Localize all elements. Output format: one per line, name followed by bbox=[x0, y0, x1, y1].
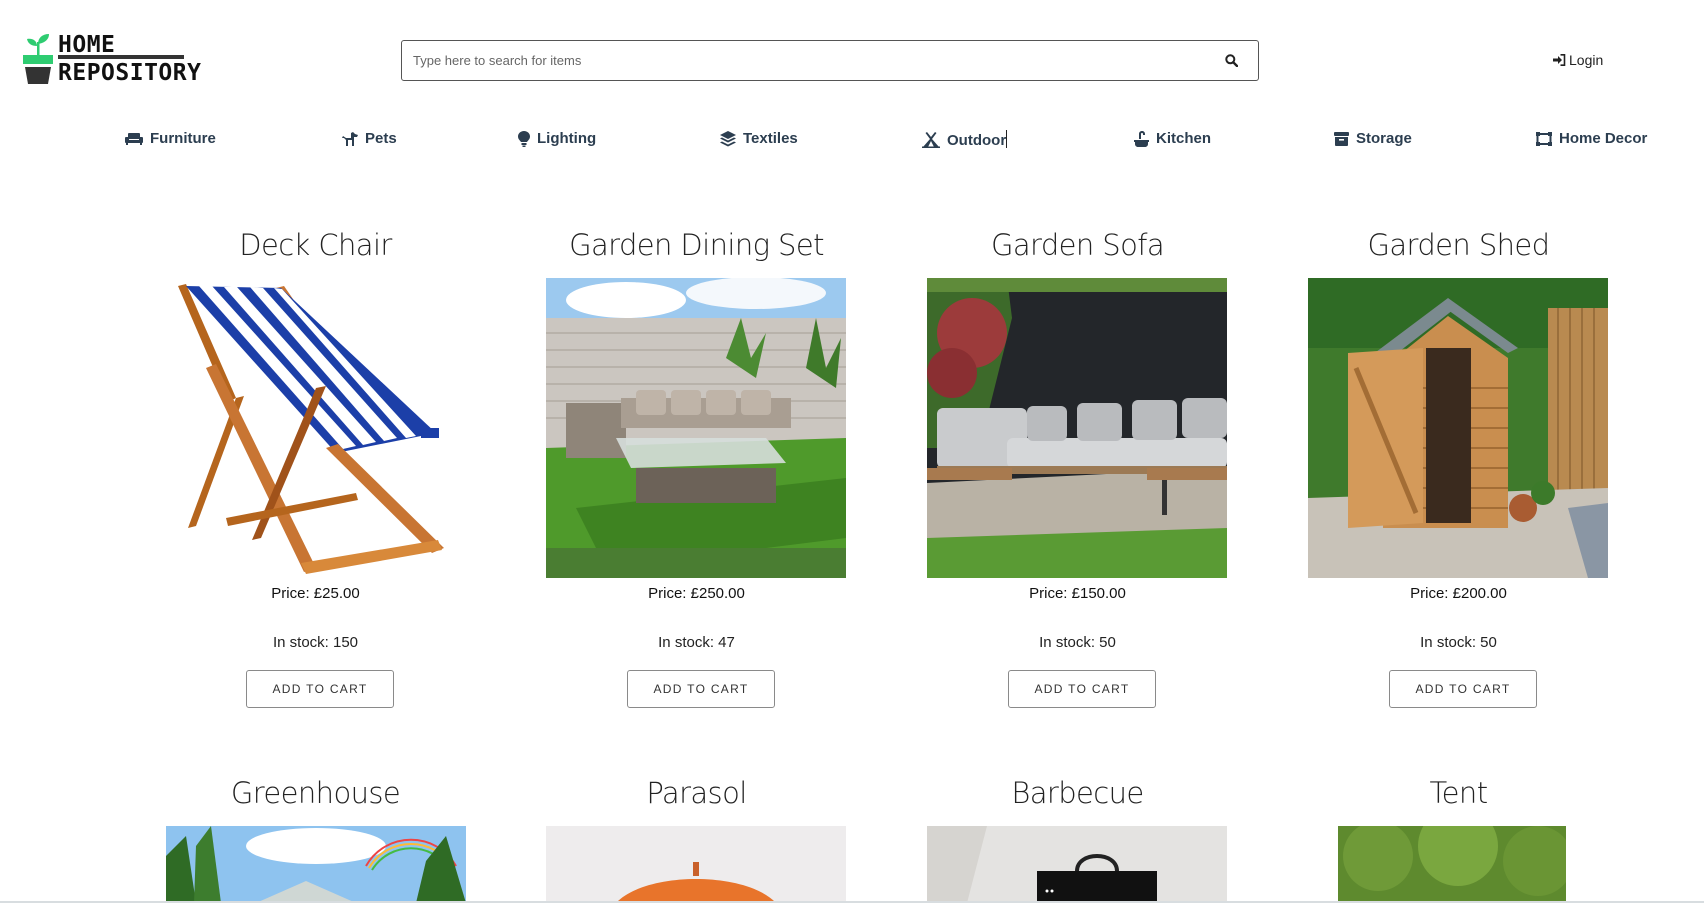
category-label: Storage bbox=[1356, 130, 1412, 147]
category-furniture[interactable]: Furniture bbox=[125, 130, 216, 147]
category-label: Home Decor bbox=[1559, 130, 1648, 147]
product-price: Price: £200.00 bbox=[1410, 585, 1507, 602]
category-outdoor[interactable]: Outdoor bbox=[922, 130, 1007, 149]
product-image-greenhouse[interactable] bbox=[166, 826, 466, 903]
product-image-tent[interactable] bbox=[1338, 826, 1566, 903]
product-stock: In stock: 50 bbox=[1420, 634, 1497, 651]
brand-line-1: HOME bbox=[58, 30, 201, 59]
category-label: Pets bbox=[365, 130, 397, 147]
brand-line-2: REPOSITORY bbox=[58, 60, 202, 86]
product-card: Deck Chair Price: £25.00 In stock: 150 A… bbox=[125, 225, 506, 708]
product-title: Tent bbox=[1429, 776, 1489, 810]
product-image-garden-shed[interactable] bbox=[1308, 278, 1608, 578]
category-pets[interactable]: Pets bbox=[342, 130, 397, 147]
product-card: Barbecue bbox=[887, 773, 1268, 903]
category-lighting[interactable]: Lighting bbox=[518, 130, 596, 147]
product-image-deck-chair[interactable] bbox=[166, 278, 466, 578]
category-label: Furniture bbox=[150, 130, 216, 147]
search-icon bbox=[1224, 54, 1238, 67]
product-stock: In stock: 50 bbox=[1039, 634, 1116, 651]
site-logo[interactable]: HOME REPOSITORY bbox=[22, 30, 201, 88]
add-to-cart-button[interactable]: ADD TO CART bbox=[246, 670, 394, 708]
sign-in-icon bbox=[1553, 54, 1566, 66]
add-to-cart-button[interactable]: ADD TO CART bbox=[1389, 670, 1537, 708]
product-title: Barbecue bbox=[1011, 776, 1144, 810]
product-title: Parasol bbox=[646, 776, 747, 810]
category-label: Textiles bbox=[743, 130, 798, 147]
product-card: Tent bbox=[1268, 773, 1649, 903]
product-card: Parasol bbox=[506, 773, 887, 903]
product-price: Price: £150.00 bbox=[1029, 585, 1126, 602]
product-price: Price: £25.00 bbox=[271, 585, 360, 602]
product-card: Greenhouse bbox=[125, 773, 506, 903]
category-label: Kitchen bbox=[1156, 130, 1212, 147]
category-nav: Furniture Pets Lighting Textiles Outdoor… bbox=[0, 130, 1704, 152]
product-title: Garden Dining Set bbox=[569, 228, 824, 262]
product-stock: In stock: 150 bbox=[272, 634, 359, 651]
sink-icon bbox=[1134, 130, 1149, 147]
category-textiles[interactable]: Textiles bbox=[720, 130, 798, 147]
product-title: Deck Chair bbox=[239, 228, 392, 262]
layers-icon bbox=[720, 130, 736, 146]
search-button[interactable] bbox=[1204, 41, 1258, 80]
add-to-cart-button[interactable]: ADD TO CART bbox=[627, 670, 775, 708]
product-title: Garden Shed bbox=[1367, 228, 1551, 262]
product-stock: In stock: 47 bbox=[658, 634, 735, 651]
login-link[interactable]: Login bbox=[1553, 52, 1603, 68]
product-image-parasol[interactable] bbox=[546, 826, 846, 903]
plant-pot-icon bbox=[23, 34, 53, 84]
product-card: Garden Dining Set Price: £250.00 In stoc… bbox=[506, 225, 887, 708]
couch-icon bbox=[125, 132, 143, 145]
archive-icon bbox=[1334, 131, 1349, 146]
product-image-garden-dining-set[interactable] bbox=[546, 278, 846, 578]
product-card: Garden Shed Price: £200.00 In stock: 50 … bbox=[1268, 225, 1649, 708]
product-card: Garden Sofa Price: £150.00 In stock: 50 … bbox=[887, 225, 1268, 708]
login-label: Login bbox=[1569, 52, 1604, 68]
product-title: Garden Sofa bbox=[990, 228, 1165, 262]
search-input[interactable] bbox=[411, 41, 1204, 80]
add-to-cart-button[interactable]: ADD TO CART bbox=[1008, 670, 1156, 708]
category-storage[interactable]: Storage bbox=[1334, 130, 1412, 147]
picture-frame-icon bbox=[1536, 131, 1552, 146]
product-image-barbecue[interactable] bbox=[927, 826, 1227, 903]
category-home-decor[interactable]: Home Decor bbox=[1536, 130, 1647, 147]
product-title: Greenhouse bbox=[230, 776, 401, 810]
product-image-garden-sofa[interactable] bbox=[927, 278, 1227, 578]
product-price: Price: £250.00 bbox=[648, 585, 745, 602]
lightbulb-icon bbox=[518, 130, 530, 147]
category-label: Lighting bbox=[537, 130, 597, 147]
category-kitchen[interactable]: Kitchen bbox=[1134, 130, 1211, 147]
search-bar bbox=[401, 40, 1259, 81]
campground-icon bbox=[922, 131, 940, 148]
dog-icon bbox=[342, 131, 358, 146]
category-label: Outdoor bbox=[947, 132, 1007, 149]
